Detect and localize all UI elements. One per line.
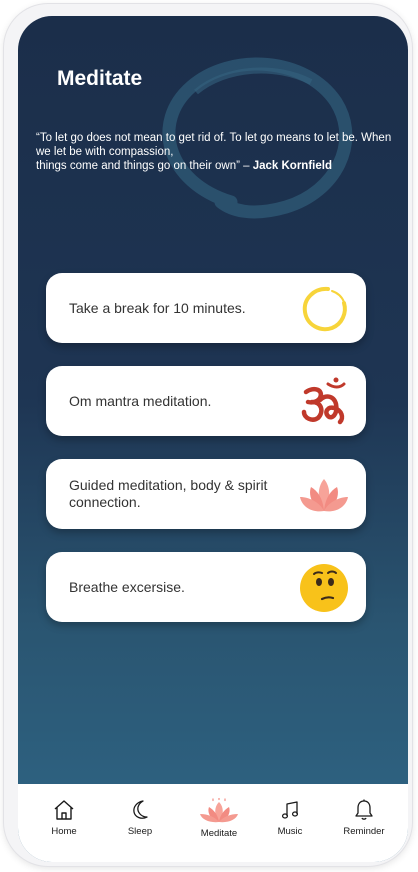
moon-icon	[133, 800, 148, 819]
meditation-card-guided[interactable]: Guided meditation, body & spirit connect…	[46, 459, 366, 529]
om-symbol-icon	[301, 377, 346, 425]
home-icon	[54, 800, 74, 820]
bottom-tab-bar: Home Sleep Meditate Music Reminder	[18, 784, 408, 862]
tab-home[interactable]: Home	[34, 798, 94, 854]
lotus-icon	[300, 479, 348, 512]
tab-meditate[interactable]: Meditate	[189, 798, 249, 854]
card-label: Guided meditation, body & spirit connect…	[69, 477, 268, 510]
meditation-card-break[interactable]: Take a break for 10 minutes.	[46, 273, 366, 343]
tab-label: Music	[277, 826, 303, 837]
meditation-card-breathe[interactable]: Breathe excersise.	[46, 552, 366, 622]
lotus-icon	[200, 798, 238, 823]
tab-reminder[interactable]: Reminder	[334, 798, 394, 854]
tab-label: Home	[51, 826, 77, 837]
meditate-screen: Meditate “To let go does not mean to get…	[18, 16, 408, 862]
tab-label: Sleep	[127, 826, 153, 837]
bell-icon	[355, 799, 373, 820]
enso-circle-icon	[302, 286, 347, 332]
card-label: Breathe excersise.	[69, 578, 185, 595]
meditation-card-om[interactable]: Om mantra meditation.	[46, 366, 366, 436]
quote: “To let go does not mean to get rid of. …	[36, 131, 408, 173]
tab-sleep[interactable]: Sleep	[110, 798, 170, 854]
card-label: Om mantra meditation.	[69, 392, 212, 409]
tab-label: Meditate	[200, 828, 238, 839]
quote-author: Jack Kornfield	[252, 160, 332, 172]
music-note-icon	[281, 801, 299, 819]
tab-label: Reminder	[343, 826, 385, 837]
quote-text: “To let go does not mean to get rid of. …	[36, 132, 392, 158]
quote-text-end: things come and things go on their own” …	[36, 160, 253, 172]
tab-music[interactable]: Music	[260, 798, 320, 854]
card-label: Take a break for 10 minutes.	[69, 299, 246, 316]
page-title: Meditate	[57, 67, 143, 90]
phone-frame: Meditate “To let go does not mean to get…	[4, 4, 412, 866]
thinking-face-icon	[300, 564, 348, 612]
